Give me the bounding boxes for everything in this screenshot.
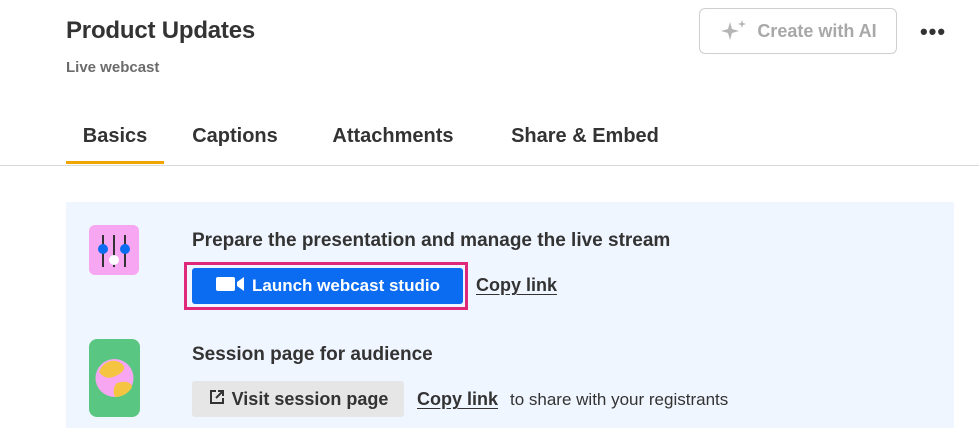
tab-captions[interactable]: Captions <box>183 122 287 164</box>
tab-basics[interactable]: Basics <box>66 122 164 164</box>
page-title: Product Updates <box>66 17 256 44</box>
external-link-icon <box>208 388 226 411</box>
page-subtitle: Live webcast <box>66 59 160 76</box>
tab-bar: Basics Captions Attachments Share & Embe… <box>0 118 979 166</box>
session-globe-icon <box>89 339 140 417</box>
tab-label: Attachments <box>332 125 454 147</box>
copy-link-session[interactable]: Copy link <box>417 389 498 410</box>
visit-session-page-button[interactable]: Visit session page <box>192 381 404 417</box>
more-options-button[interactable]: ••• <box>917 18 949 46</box>
more-dots-icon: ••• <box>919 19 947 44</box>
launch-label: Launch webcast studio <box>252 276 440 295</box>
launch-webcast-studio-button[interactable]: Launch webcast studio <box>192 268 463 304</box>
sparkle-icon <box>719 19 749 43</box>
tab-attachments[interactable]: Attachments <box>320 122 466 164</box>
tab-share-embed[interactable]: Share & Embed <box>500 122 670 164</box>
sliders-icon <box>89 225 139 275</box>
create-with-ai-button[interactable]: Create with AI <box>699 8 897 54</box>
presentation-title: Prepare the presentation and manage the … <box>192 230 671 251</box>
tab-label: Share & Embed <box>511 125 659 147</box>
share-hint-text: to share with your registrants <box>510 390 729 409</box>
copy-link-studio[interactable]: Copy link <box>476 275 557 296</box>
create-with-ai-label: Create with AI <box>757 20 877 41</box>
tab-label: Basics <box>82 125 148 147</box>
video-camera-icon <box>215 275 245 298</box>
visit-label: Visit session page <box>231 388 389 409</box>
session-title: Session page for audience <box>192 344 433 365</box>
tab-label: Captions <box>192 125 278 147</box>
